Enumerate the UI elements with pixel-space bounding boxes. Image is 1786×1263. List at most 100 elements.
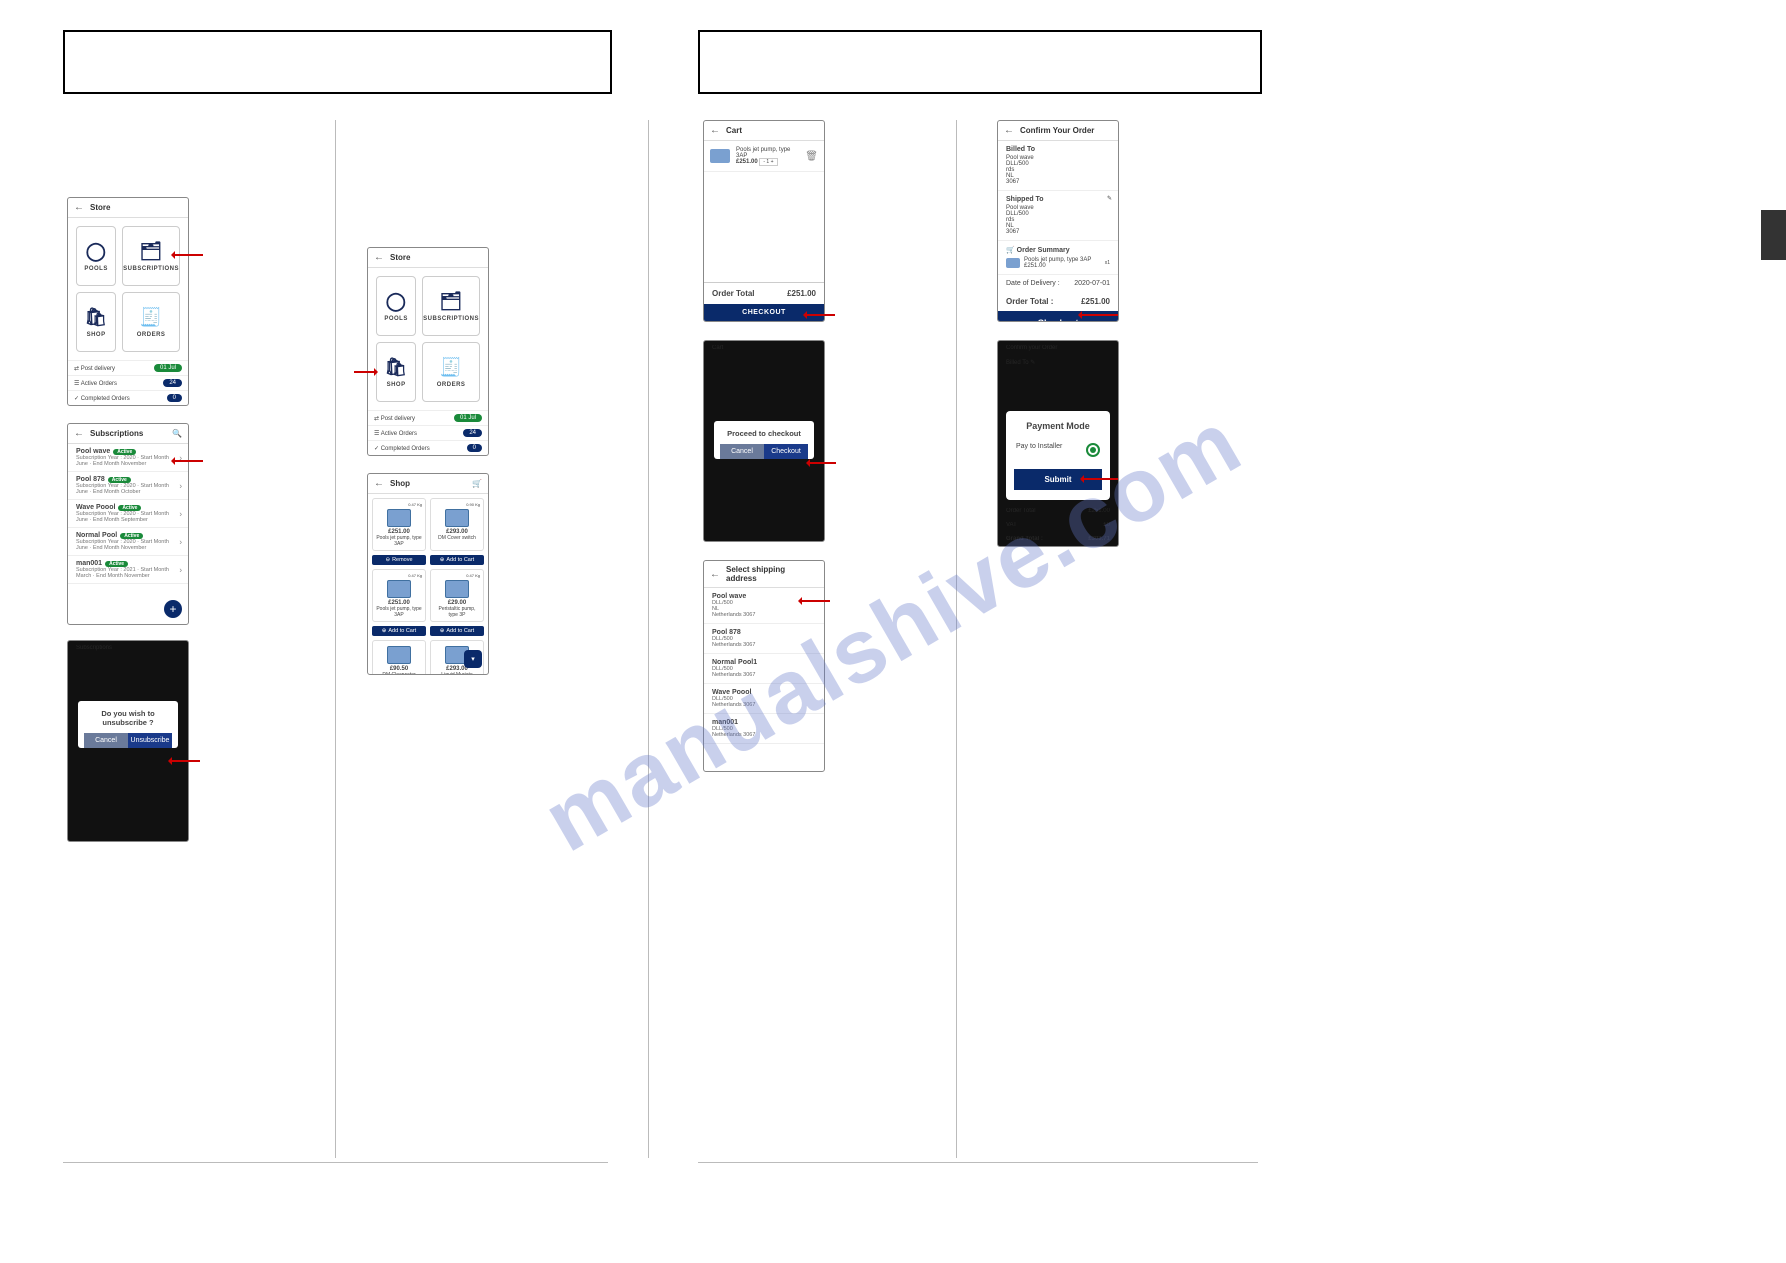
annotation-arrow xyxy=(800,600,830,602)
back-icon[interactable]: ← xyxy=(1004,125,1014,136)
delivery-date-row: Date of Delivery :2020-07-01 xyxy=(998,275,1118,292)
screen-title: Cart xyxy=(726,126,742,135)
annotation-arrow xyxy=(808,462,836,464)
status-post-delivery: ⇄ Post delivery01 Jul xyxy=(368,410,488,425)
annotation-arrow xyxy=(1080,314,1118,316)
tile-pools[interactable]: ◯POOLS xyxy=(76,226,116,286)
shop-icon: 🛍 xyxy=(84,307,107,328)
checkout-button[interactable]: Checkout xyxy=(998,311,1118,322)
orders-icon: 🧾 xyxy=(140,307,163,328)
address-item[interactable]: Wave PooolDLL/500Netherlands 3067 xyxy=(704,684,824,714)
screenshot-subscriptions: ←Subscriptions🔍 Pool waveActive Subscrip… xyxy=(67,423,189,625)
screen-title: Shop xyxy=(390,479,410,488)
divider xyxy=(648,120,649,1158)
screen-title: Store xyxy=(90,203,110,212)
annotation-arrow xyxy=(805,314,835,316)
cancel-button[interactable]: Cancel xyxy=(84,733,128,748)
chevron-right-icon: › xyxy=(179,565,182,574)
footer-line-left xyxy=(63,1162,608,1163)
order-total-row: Order Total£251.00 xyxy=(704,282,824,304)
product-card[interactable]: 0.90 Kg£293.00DM Cover switch xyxy=(430,498,484,551)
subscription-item[interactable]: Pool 878Active Subscription Year : 2020 … xyxy=(68,472,188,500)
screen-title: Confirm Your Order xyxy=(1020,126,1094,135)
add-to-cart-button[interactable]: ⊕Add to Cart xyxy=(372,626,426,636)
billed-to-section: Billed To Pool waveDLL/500rdsNL3067 xyxy=(998,141,1118,191)
back-icon[interactable]: ← xyxy=(74,428,84,439)
screen-title: Select shipping address xyxy=(726,565,818,583)
product-card[interactable]: £90.50DM Clearwater xyxy=(372,640,426,675)
back-icon[interactable]: ← xyxy=(374,252,384,263)
product-image xyxy=(387,646,411,664)
screenshot-payment-mode: Confirm your Order Billed To ✎ Payment M… xyxy=(997,340,1119,547)
address-item[interactable]: Pool 878DLL/500Netherlands 3067 xyxy=(704,624,824,654)
radio-selected-icon xyxy=(1086,443,1100,457)
dialog-title: Proceed to checkout xyxy=(720,429,808,438)
annotation-arrow xyxy=(173,254,203,256)
address-item[interactable]: man001DLL/500Netherlands 3067 xyxy=(704,714,824,744)
cancel-button[interactable]: Cancel xyxy=(720,444,764,459)
footer-line-right xyxy=(698,1162,1258,1163)
back-icon[interactable]: ← xyxy=(74,202,84,213)
annotation-arrow xyxy=(173,460,203,462)
screen-title: Subscriptions xyxy=(90,429,143,438)
shop-icon: 🛍 xyxy=(384,357,407,378)
screenshot-unsubscribe-dialog: Subscriptions Do you wish to unsubscribe… xyxy=(67,640,189,842)
proceed-dialog: Proceed to checkout Cancel Checkout xyxy=(714,421,814,459)
edit-icon[interactable]: ✎ xyxy=(1107,195,1112,202)
divider xyxy=(956,120,957,1158)
product-image xyxy=(387,580,411,598)
product-card[interactable]: 0.47 Kg£251.00Pools jet pump, type 3AP xyxy=(372,498,426,551)
tile-subscriptions[interactable]: 🗂SUBSCRIPTIONS xyxy=(422,276,480,336)
pools-icon: ◯ xyxy=(86,241,107,262)
chevron-right-icon: › xyxy=(179,481,182,490)
annotation-arrow xyxy=(354,371,376,373)
search-icon[interactable]: 🔍 xyxy=(172,429,182,438)
back-icon[interactable]: ← xyxy=(374,478,384,489)
filter-button[interactable]: ▾ xyxy=(464,650,482,668)
order-total-row: Order Total :£251.00 xyxy=(998,292,1118,311)
dialog-title: Do you wish to unsubscribe ? xyxy=(84,709,172,727)
shipped-to-section: Shipped To ✎ Pool waveDLL/500rdsNL3067 xyxy=(998,191,1118,241)
add-to-cart-button[interactable]: ⊕Add to Cart xyxy=(430,626,484,636)
dimmed-background: Subscriptions xyxy=(68,641,188,655)
subscription-item[interactable]: man001Active Subscription Year : 2021 · … xyxy=(68,556,188,584)
add-button[interactable]: + xyxy=(164,600,182,618)
order-summary-section: 🛒 Order Summary Pools jet pump, type 3AP… xyxy=(998,241,1118,275)
tile-orders[interactable]: 🧾ORDERS xyxy=(122,292,180,352)
page-edge-marker xyxy=(1761,210,1786,260)
add-to-cart-button[interactable]: ⊕Add to Cart xyxy=(430,555,484,565)
screenshot-proceed-checkout: Cart Proceed to checkout Cancel Checkout xyxy=(703,340,825,542)
back-icon[interactable]: ← xyxy=(710,569,720,580)
qty-stepper[interactable]: - 1 + xyxy=(759,158,777,166)
screenshot-store-1: ←Store ◯POOLS 🗂SUBSCRIPTIONS 🛍SHOP 🧾ORDE… xyxy=(67,197,189,406)
screenshot-confirm-order: ← Confirm Your Order Billed To Pool waveD… xyxy=(997,120,1119,322)
back-icon[interactable]: ← xyxy=(710,125,720,136)
chevron-right-icon: › xyxy=(179,509,182,518)
checkout-button[interactable]: Checkout xyxy=(764,444,808,459)
tile-shop[interactable]: 🛍SHOP xyxy=(76,292,116,352)
delete-icon[interactable]: 🗑 xyxy=(805,151,818,162)
product-image xyxy=(387,509,411,527)
screen-title: Store xyxy=(390,253,410,262)
tile-shop[interactable]: 🛍SHOP xyxy=(376,342,416,402)
payment-dialog: Payment Mode Pay to Installer Submit xyxy=(1006,411,1110,500)
product-card[interactable]: 0.47 Kg£251.00Pools jet pump, type 3AP xyxy=(372,569,426,622)
subscription-item[interactable]: Wave PooolActive Subscription Year : 202… xyxy=(68,500,188,528)
subscriptions-icon: 🗂 xyxy=(139,241,162,262)
unsubscribe-button[interactable]: Unsubscribe xyxy=(128,733,172,748)
address-item[interactable]: Normal Pool1DLL/500Netherlands 3067 xyxy=(704,654,824,684)
subscriptions-icon: 🗂 xyxy=(439,291,462,312)
address-item[interactable]: Pool waveDLL/500NLNetherlands 3067 xyxy=(704,588,824,624)
product-card[interactable]: 0.47 Kg£29.00Peristaltic pump, type 3P xyxy=(430,569,484,622)
payment-option[interactable]: Pay to Installer xyxy=(1014,439,1102,461)
annotation-arrow xyxy=(170,760,200,762)
screenshot-shipping-address: ← Select shipping address Pool waveDLL/50… xyxy=(703,560,825,772)
product-image xyxy=(445,580,469,598)
unsubscribe-dialog: Do you wish to unsubscribe ? Cancel Unsu… xyxy=(78,701,178,748)
cart-icon[interactable]: 🛒 xyxy=(472,479,482,488)
remove-button[interactable]: ⊖Remove xyxy=(372,555,426,565)
tile-orders[interactable]: 🧾ORDERS xyxy=(422,342,480,402)
subscription-item[interactable]: Normal PoolActive Subscription Year : 20… xyxy=(68,528,188,556)
pools-icon: ◯ xyxy=(386,291,407,312)
tile-pools[interactable]: ◯POOLS xyxy=(376,276,416,336)
